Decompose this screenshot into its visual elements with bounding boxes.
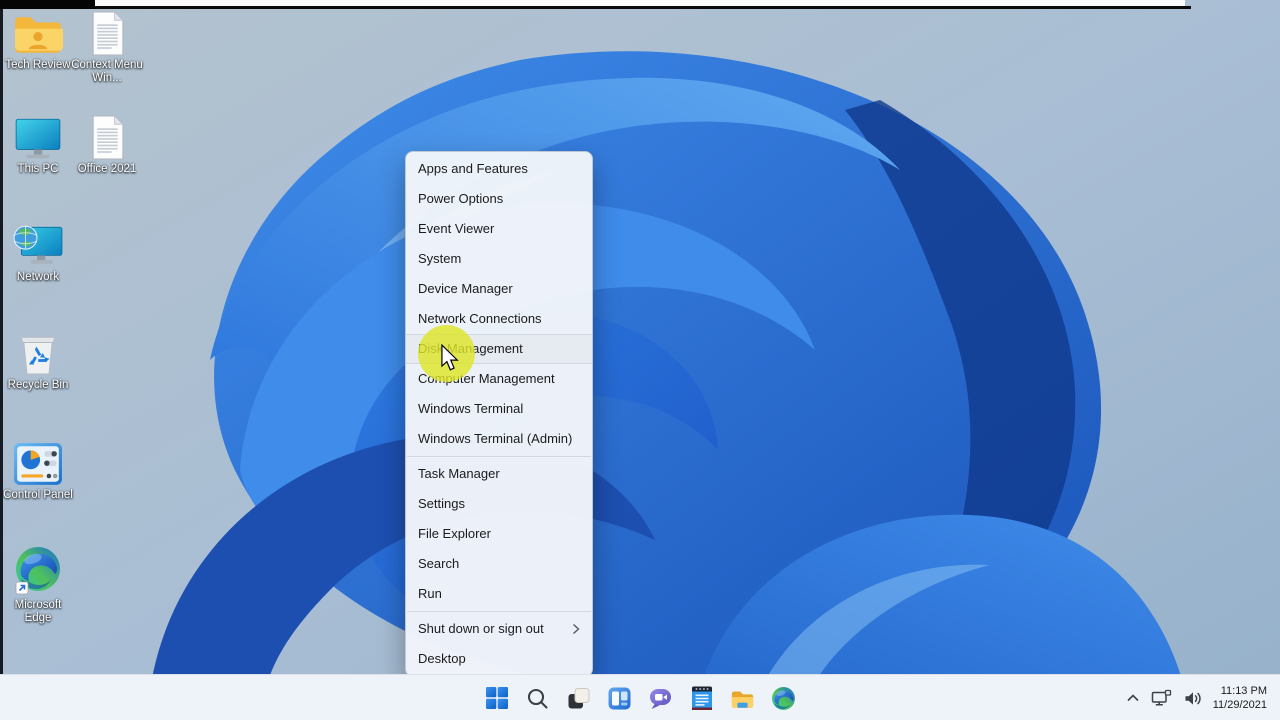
file-explorer-button[interactable] [730,686,755,711]
menu-item-label: Shut down or sign out [418,621,544,636]
desktop-icon-label: Tech Review [5,59,71,71]
desktop-icon-label: Context Menu Win... [71,59,143,84]
network-tray-button[interactable] [1151,689,1172,707]
recycle-bin-icon [17,328,59,376]
file-explorer-icon [731,691,754,708]
desktop-icon-recycle-bin[interactable]: Recycle Bin [0,328,77,392]
network-tray-icon [1151,689,1171,706]
menu-item-file-explorer[interactable]: File Explorer [406,519,592,549]
menu-item-windows-terminal-admin[interactable]: Windows Terminal (Admin) [406,424,592,454]
taskbar-clock[interactable]: 11:13 PM 11/29/2021 [1213,684,1267,712]
menu-item-system[interactable]: System [406,244,592,274]
volume-icon [1185,691,1201,705]
start-icon [485,687,508,709]
menu-separator [407,611,591,612]
task-view-icon [568,687,590,708]
hidden-icons-button[interactable] [1126,693,1140,703]
control-panel-icon [13,438,63,486]
windows-11-desktop: Tech Review Context Menu Win... This PC … [0,0,1280,720]
top-dark-strip [95,6,1191,9]
menu-item-power-options[interactable]: Power Options [406,184,592,214]
desktop-icon-label: Control Panel [3,489,73,501]
search-icon [527,688,548,709]
clock-date: 11/29/2021 [1212,699,1267,711]
desktop-icon-network[interactable]: Network [0,220,77,284]
taskbar: 11:13 PM 11/29/2021 [0,674,1280,720]
desktop-icon-microsoft-edge[interactable]: Microsoft Edge [0,547,77,625]
desktop-icon-label: This PC [17,163,59,175]
widgets-button[interactable] [607,686,632,711]
notepad-button[interactable] [689,686,714,711]
clock-time: 11:13 PM [1220,685,1267,697]
desktop-icon-control-panel[interactable]: Control Panel [0,438,77,502]
menu-item-settings[interactable]: Settings [406,489,592,519]
text-document-icon [90,8,125,56]
menu-item-event-viewer[interactable]: Event Viewer [406,214,592,244]
this-pc-icon [13,112,63,160]
edge-icon [14,547,62,596]
chevron-up-icon [1127,694,1139,702]
menu-item-device-manager[interactable]: Device Manager [406,274,592,304]
text-document-icon [90,112,125,160]
edge-icon [772,686,795,710]
mouse-cursor-arrow [441,344,459,371]
search-button[interactable] [525,686,550,711]
desktop-icon-this-pc[interactable]: This PC [0,112,77,176]
menu-item-run[interactable]: Run [406,579,592,609]
menu-item-windows-terminal[interactable]: Windows Terminal [406,394,592,424]
volume-button[interactable] [1183,690,1202,707]
desktop-icon-label: Network [16,271,60,283]
start-button[interactable] [484,686,509,711]
network-icon [12,220,64,268]
desktop-icon-tech-review[interactable]: Tech Review [0,8,77,72]
widgets-icon [608,687,631,709]
winx-context-menu: Apps and Features Power Options Event Vi… [405,151,593,677]
menu-item-shut-down-or-sign-out[interactable]: Shut down or sign out [406,614,592,644]
shared-folder-icon [13,8,63,56]
menu-item-task-manager[interactable]: Task Manager [406,459,592,489]
desktop-icon-office-2021[interactable]: Office 2021 [68,112,146,176]
menu-item-apps-and-features[interactable]: Apps and Features [406,154,592,184]
chat-button[interactable] [648,686,673,711]
desktop-icon-label: Office 2021 [77,163,137,175]
menu-item-desktop[interactable]: Desktop [406,644,592,674]
desktop-icon-label: Recycle Bin [7,379,69,391]
chevron-right-icon [573,623,580,635]
desktop-icon-label: Microsoft Edge [14,599,62,624]
desktop-icon-context-menu-doc[interactable]: Context Menu Win... [68,8,146,85]
menu-item-search[interactable]: Search [406,549,592,579]
taskbar-center-group [0,675,1280,720]
system-tray: 11:13 PM 11/29/2021 [1126,675,1280,720]
notepad-icon [691,686,712,710]
edge-taskbar-button[interactable] [771,686,796,711]
menu-separator [407,456,591,457]
task-view-button[interactable] [566,686,591,711]
chat-icon [650,688,671,709]
wallpaper-bloom [0,0,1280,720]
